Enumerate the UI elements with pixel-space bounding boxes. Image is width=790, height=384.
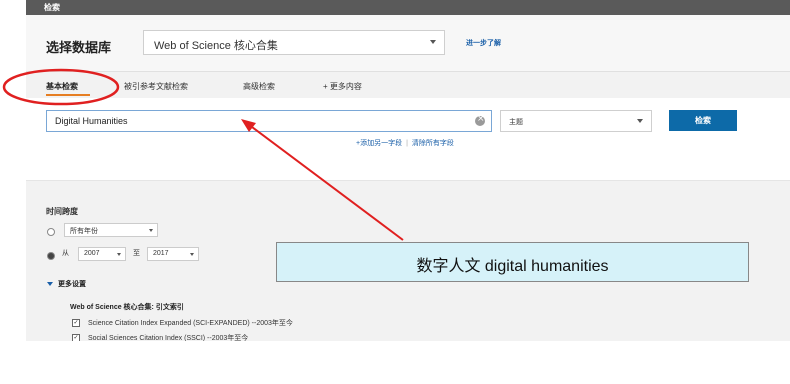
arrow-line: [247, 123, 404, 241]
highlight-ellipse: [2, 68, 120, 106]
arrow-head: [241, 119, 256, 132]
annotation-overlay: [2, 68, 404, 241]
